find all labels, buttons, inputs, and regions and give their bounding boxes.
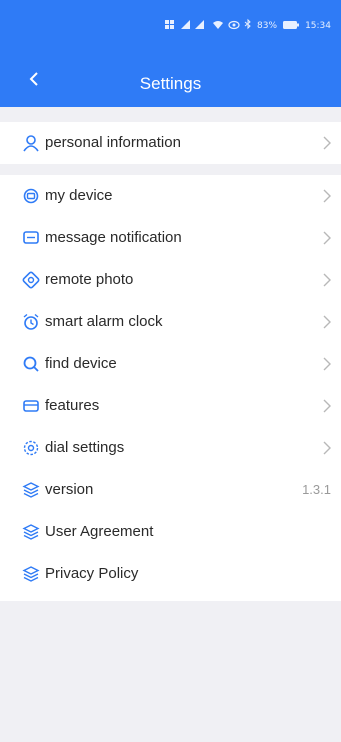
message-icon (23, 230, 39, 246)
clock-time: 15:34 (305, 21, 331, 31)
features-icon (23, 398, 39, 414)
chevron-right-icon (322, 441, 332, 455)
app-header: 83% 15:34 Settings (0, 0, 341, 107)
settings-item-label: find device (45, 355, 117, 372)
search-icon (23, 356, 39, 372)
settings-item-label: Privacy Policy (45, 565, 139, 582)
settings-section-device: my device message notification remote ph… (0, 175, 341, 601)
settings-item-privacy-policy[interactable]: Privacy Policy (0, 553, 341, 595)
layers-icon (22, 524, 40, 540)
chevron-right-icon (322, 189, 332, 203)
settings-item-personal-information[interactable]: personal information (0, 122, 341, 164)
device-icon (23, 188, 39, 204)
gear-icon (23, 440, 39, 456)
settings-item-label: dial settings (45, 439, 125, 456)
settings-item-message-notification[interactable]: message notification (0, 217, 341, 259)
person-icon (23, 135, 39, 152)
settings-item-label: smart alarm clock (45, 313, 163, 330)
chevron-right-icon (322, 399, 332, 413)
settings-item-label: User Agreement (45, 523, 154, 540)
settings-section-profile: personal information (0, 122, 341, 164)
chevron-right-icon (322, 231, 332, 245)
battery-percent: 83% (257, 21, 278, 31)
chevron-right-icon (322, 315, 332, 329)
bluetooth-icon (244, 18, 251, 32)
settings-item-label: message notification (45, 229, 182, 246)
settings-item-label: my device (45, 187, 113, 204)
battery-icon (283, 20, 300, 32)
version-value: 1.3.1 (302, 482, 331, 497)
settings-item-label: remote photo (45, 271, 134, 288)
settings-item-remote-photo[interactable]: remote photo (0, 259, 341, 301)
settings-item-features[interactable]: features (0, 385, 341, 427)
chevron-right-icon (322, 136, 332, 150)
page-title: Settings (139, 74, 202, 93)
signal-icon (181, 20, 207, 32)
settings-item-label: version (45, 481, 94, 498)
eye-icon (228, 20, 240, 32)
wifi-icon (213, 20, 224, 32)
chevron-right-icon (322, 273, 332, 287)
settings-item-my-device[interactable]: my device (0, 175, 341, 217)
layers-icon (22, 566, 40, 582)
settings-item-dial-settings[interactable]: dial settings (0, 427, 341, 469)
settings-item-version[interactable]: version 1.3.1 (0, 469, 341, 511)
settings-item-user-agreement[interactable]: User Agreement (0, 511, 341, 553)
chevron-right-icon (322, 357, 332, 371)
settings-item-smart-alarm-clock[interactable]: smart alarm clock (0, 301, 341, 343)
settings-item-label: features (45, 397, 100, 414)
sim-icon (165, 20, 175, 32)
camera-icon (22, 271, 40, 289)
settings-item-label: personal information (45, 134, 181, 151)
alarm-clock-icon (23, 313, 39, 330)
settings-item-find-device[interactable]: find device (0, 343, 341, 385)
layers-icon (22, 482, 40, 498)
status-bar: 83% 15:34 (165, 18, 331, 32)
